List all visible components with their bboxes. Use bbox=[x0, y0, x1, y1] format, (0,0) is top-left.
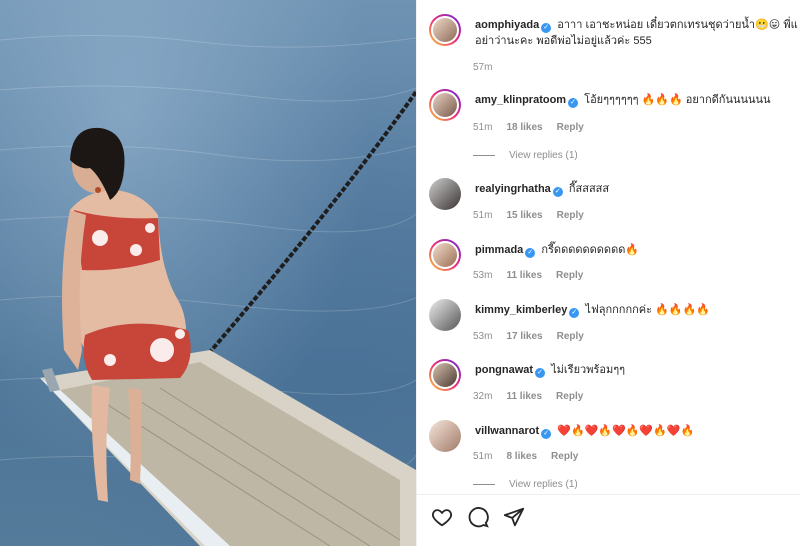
photo-illustration bbox=[0, 34, 416, 546]
reply-button[interactable]: Reply bbox=[556, 270, 583, 281]
comment-text: ไม่เรียวพร้อมๆๆ bbox=[551, 364, 626, 376]
likes-count[interactable]: 8 likes bbox=[506, 451, 537, 462]
caption-text: อาาา เอาชะหน่อย เดี๋ยวตกเทรนชุดว่ายน้ำ😬😛… bbox=[557, 19, 798, 31]
verified-badge-icon: ✓ bbox=[525, 248, 536, 258]
likes-count[interactable]: 11 likes bbox=[506, 270, 542, 281]
comment-item: amy_klinpratoom ✓ โอ้ยๆๆๆๆๆๆ 🔥🔥🔥 อยากดีกั… bbox=[429, 89, 771, 121]
reply-button[interactable]: Reply bbox=[556, 391, 583, 402]
actions-divider bbox=[417, 494, 800, 495]
comment-item: realyingrhatha ✓ กี๊สสสสส bbox=[429, 178, 609, 210]
likes-count[interactable]: 15 likes bbox=[506, 210, 542, 221]
comment-item: pimmada ✓ กรี๊ดดดดดดดดดด🔥 bbox=[429, 239, 639, 271]
divider-line bbox=[473, 155, 495, 156]
comment-meta: 51m 15 likes Reply bbox=[473, 210, 584, 221]
reply-button[interactable]: Reply bbox=[557, 122, 584, 133]
action-bar bbox=[431, 506, 525, 528]
caption-text-line2: อย่าว่านะคะ พอดีพ่อไม่อยู่แล้วค่ะ 555 bbox=[475, 35, 652, 47]
reply-button[interactable]: Reply bbox=[551, 451, 578, 462]
comment-text: ไฟลุกกกกกค่ะ 🔥🔥🔥🔥 bbox=[585, 304, 710, 316]
likes-count[interactable]: 17 likes bbox=[506, 331, 542, 342]
comment-meta: 51m 8 likes Reply bbox=[473, 451, 579, 462]
post-caption: aomphiyada ✓ อาาา เอาชะหน่อย เดี๋ยวตกเทรน… bbox=[429, 14, 798, 49]
comment-item: villwannarot ✓ ❤️🔥❤️🔥❤️🔥❤️🔥❤️🔥 bbox=[429, 420, 694, 452]
avatar[interactable] bbox=[429, 178, 461, 210]
author-username[interactable]: aomphiyada bbox=[475, 19, 539, 31]
comment-meta: 53m 17 likes Reply bbox=[473, 331, 584, 342]
avatar[interactable] bbox=[429, 239, 461, 271]
comment-item: pongnawat ✓ ไม่เรียวพร้อมๆๆ bbox=[429, 359, 625, 391]
verified-badge-icon: ✓ bbox=[541, 429, 552, 439]
reply-button[interactable]: Reply bbox=[557, 210, 584, 221]
comment-username[interactable]: pimmada bbox=[475, 244, 523, 256]
verified-badge-icon: ✓ bbox=[552, 187, 563, 197]
comment-meta: 32m 11 likes Reply bbox=[473, 391, 584, 402]
heart-icon[interactable] bbox=[431, 506, 453, 528]
comment-icon[interactable] bbox=[467, 506, 489, 528]
reply-button[interactable]: Reply bbox=[557, 331, 584, 342]
verified-badge-icon: ✓ bbox=[569, 308, 580, 318]
comment-text: ❤️🔥❤️🔥❤️🔥❤️🔥❤️🔥 bbox=[557, 425, 695, 437]
comment-username[interactable]: amy_klinpratoom bbox=[475, 94, 566, 106]
avatar[interactable] bbox=[429, 420, 461, 452]
comment-meta: 51m 18 likes Reply bbox=[473, 122, 584, 133]
post-photo bbox=[0, 0, 416, 546]
share-icon[interactable] bbox=[503, 506, 525, 528]
avatar[interactable] bbox=[429, 359, 461, 391]
post-time: 57m bbox=[473, 62, 493, 73]
verified-badge-icon: ✓ bbox=[535, 368, 546, 378]
avatar[interactable] bbox=[429, 89, 461, 121]
divider-line bbox=[473, 484, 495, 485]
comment-username[interactable]: kimmy_kimberley bbox=[475, 304, 567, 316]
view-replies-button[interactable]: View replies (1) bbox=[473, 479, 578, 490]
verified-badge-icon: ✓ bbox=[568, 98, 579, 108]
comment-text: โอ้ยๆๆๆๆๆๆ 🔥🔥🔥 อยากดีกันนนนนน bbox=[584, 94, 771, 106]
comment-username[interactable]: pongnawat bbox=[475, 364, 533, 376]
view-replies-button[interactable]: View replies (1) bbox=[473, 150, 578, 161]
comment-text: กี๊สสสสส bbox=[568, 183, 610, 195]
likes-count[interactable]: 11 likes bbox=[506, 391, 542, 402]
comments-pane: aomphiyada ✓ อาาา เอาชะหน่อย เดี๋ยวตกเทรน… bbox=[416, 0, 800, 546]
comment-username[interactable]: villwannarot bbox=[475, 425, 539, 437]
avatar[interactable] bbox=[429, 299, 461, 331]
likes-count[interactable]: 18 likes bbox=[506, 122, 542, 133]
avatar[interactable] bbox=[429, 14, 461, 46]
comment-item: kimmy_kimberley ✓ ไฟลุกกกกกค่ะ 🔥🔥🔥🔥 bbox=[429, 299, 710, 331]
comment-username[interactable]: realyingrhatha bbox=[475, 183, 551, 195]
verified-badge-icon: ✓ bbox=[541, 23, 552, 33]
comment-meta: 53m 11 likes Reply bbox=[473, 270, 584, 281]
comment-text: กรี๊ดดดดดดดดดด🔥 bbox=[541, 244, 640, 256]
